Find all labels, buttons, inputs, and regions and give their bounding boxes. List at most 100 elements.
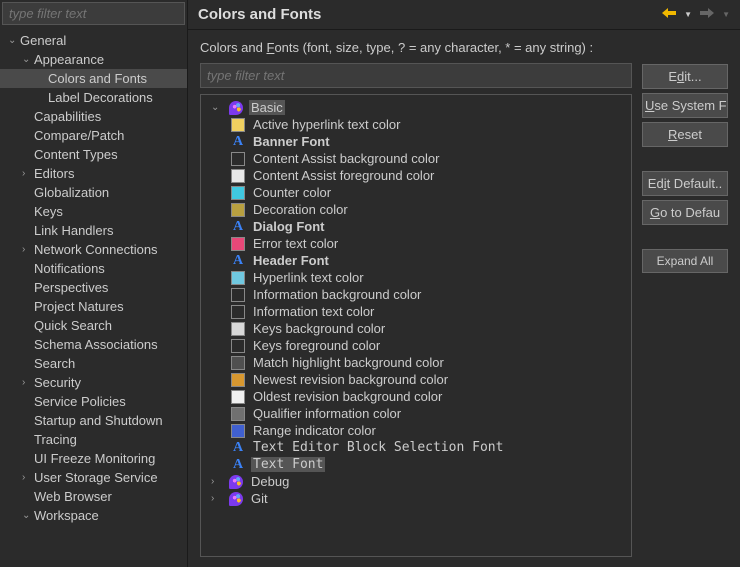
sidebar-item-colors-and-fonts[interactable]: Colors and Fonts [0,69,187,88]
sidebar-item-editors[interactable]: ›Editors [0,164,187,183]
tree-item-range-indicator-color[interactable]: Range indicator color [201,422,631,439]
sidebar-item-compare-patch[interactable]: Compare/Patch [0,126,187,145]
tree-item-label: Dialog Font [251,219,327,234]
sidebar-item-workspace[interactable]: ⌄Workspace [0,506,187,525]
description-text: Colors and Fonts (font, size, type, ? = … [200,40,632,55]
tree-item-active-hyperlink-text-color[interactable]: Active hyperlink text color [201,116,631,133]
sidebar-item-startup-and-shutdown[interactable]: Startup and Shutdown [0,411,187,430]
sidebar-item-service-policies[interactable]: Service Policies [0,392,187,411]
sidebar-item-label: Startup and Shutdown [34,413,163,428]
tree-item-content-assist-background-color[interactable]: Content Assist background color [201,150,631,167]
color-swatch [231,169,245,183]
tree-item-label: Newest revision background color [251,372,450,387]
tree-item-decoration-color[interactable]: Decoration color [201,201,631,218]
sidebar-filter-input[interactable] [2,2,185,25]
tree-item-basic[interactable]: ⌄Basic [201,99,631,116]
desc-suffix: onts (font, size, type, ? = any characte… [274,40,593,55]
sidebar-item-label: Content Types [34,147,118,162]
tree-item-information-text-color[interactable]: Information text color [201,303,631,320]
sidebar-item-label: General [20,33,66,48]
tree-item-hyperlink-text-color[interactable]: Hyperlink text color [201,269,631,286]
sidebar-item-project-natures[interactable]: Project Natures [0,297,187,316]
sidebar-item-label: Service Policies [34,394,126,409]
sidebar-item-user-storage-service[interactable]: ›User Storage Service [0,468,187,487]
tree-item-counter-color[interactable]: Counter color [201,184,631,201]
content-left: Colors and Fonts (font, size, type, ? = … [200,40,632,557]
edit-default-button[interactable]: Edit Default.. [642,171,728,196]
sidebar-tree: ⌄General⌄AppearanceColors and FontsLabel… [0,27,187,567]
forward-dropdown-icon[interactable]: ▼ [722,10,730,19]
sidebar-item-schema-associations[interactable]: Schema Associations [0,335,187,354]
tree-item-keys-background-color[interactable]: Keys background color [201,320,631,337]
content-filter-input[interactable] [200,63,632,88]
tree-item-label: Information background color [251,287,423,302]
button-column: Edit... Use System Fo Reset Edit Default… [642,40,728,557]
tree-item-label: Range indicator color [251,423,378,438]
tree-item-match-highlight-background-color[interactable]: Match highlight background color [201,354,631,371]
palette-icon [229,492,243,506]
chevron-down-icon: ⌄ [22,510,34,521]
forward-icon[interactable] [698,6,716,23]
tree-item-debug[interactable]: ›Debug [201,473,631,490]
page-header: Colors and Fonts ▼ ▼ [188,0,740,30]
reset-button[interactable]: Reset [642,122,728,147]
tree-item-banner-font[interactable]: ABanner Font [201,133,631,150]
sidebar-item-tracing[interactable]: Tracing [0,430,187,449]
tree-item-label: Debug [249,474,291,489]
font-icon: A [231,135,245,149]
sidebar-item-ui-freeze-monitoring[interactable]: UI Freeze Monitoring [0,449,187,468]
tree-item-error-text-color[interactable]: Error text color [201,235,631,252]
sidebar-item-perspectives[interactable]: Perspectives [0,278,187,297]
sidebar-item-label: Capabilities [34,109,101,124]
tree-item-header-font[interactable]: A Header Font [201,252,631,269]
sidebar-item-content-types[interactable]: Content Types [0,145,187,164]
tree-item-text-font[interactable]: AText Font [201,456,631,473]
go-to-default-button[interactable]: Go to Defau [642,200,728,225]
expand-all-button[interactable]: Expand All [642,249,728,273]
tree-item-newest-revision-background-color[interactable]: Newest revision background color [201,371,631,388]
sidebar-item-label: Colors and Fonts [48,71,147,86]
sidebar-item-label: Label Decorations [48,90,153,105]
sidebar-item-capabilities[interactable]: Capabilities [0,107,187,126]
tree-item-label: Text Editor Block Selection Font [251,440,505,455]
tree-item-label: Keys foreground color [251,338,382,353]
tree-item-label: Match highlight background color [251,355,446,370]
tree-item-git[interactable]: ›Git [201,490,631,507]
tree-item-qualifier-information-color[interactable]: Qualifier information color [201,405,631,422]
sidebar-item-label-decorations[interactable]: Label Decorations [0,88,187,107]
sidebar-item-appearance[interactable]: ⌄Appearance [0,50,187,69]
sidebar-item-label: Schema Associations [34,337,158,352]
back-icon[interactable] [660,6,678,23]
desc-prefix: Colors and [200,40,266,55]
sidebar-item-link-handlers[interactable]: Link Handlers [0,221,187,240]
chevron-down-icon: ⌄ [8,35,20,46]
sidebar-item-notifications[interactable]: Notifications [0,259,187,278]
use-system-font-button[interactable]: Use System Fo [642,93,728,118]
edit-button[interactable]: Edit... [642,64,728,89]
font-icon: A [231,254,245,268]
sidebar-item-web-browser[interactable]: Web Browser [0,487,187,506]
sidebar-item-general[interactable]: ⌄General [0,31,187,50]
font-icon: A [231,458,245,472]
color-swatch [231,203,245,217]
tree-item-content-assist-foreground-color[interactable]: Content Assist foreground color [201,167,631,184]
tree-item-label: Header Font [251,253,331,268]
sidebar-item-security[interactable]: ›Security [0,373,187,392]
tree-item-label: Error text color [251,236,340,251]
tree-item-text-editor-block-selection-font[interactable]: AText Editor Block Selection Font [201,439,631,456]
sidebar-item-keys[interactable]: Keys [0,202,187,221]
chevron-right-icon: › [22,377,34,388]
preferences-sidebar: ⌄General⌄AppearanceColors and FontsLabel… [0,0,188,567]
tree-item-dialog-font[interactable]: ADialog Font [201,218,631,235]
nav-arrows: ▼ ▼ [660,6,730,23]
color-swatch [231,424,245,438]
sidebar-item-globalization[interactable]: Globalization [0,183,187,202]
chevron-right-icon: › [22,244,34,255]
sidebar-item-quick-search[interactable]: Quick Search [0,316,187,335]
sidebar-item-search[interactable]: Search [0,354,187,373]
sidebar-item-network-connections[interactable]: ›Network Connections [0,240,187,259]
tree-item-oldest-revision-background-color[interactable]: Oldest revision background color [201,388,631,405]
back-dropdown-icon[interactable]: ▼ [684,10,692,19]
tree-item-keys-foreground-color[interactable]: Keys foreground color [201,337,631,354]
tree-item-information-background-color[interactable]: Information background color [201,286,631,303]
